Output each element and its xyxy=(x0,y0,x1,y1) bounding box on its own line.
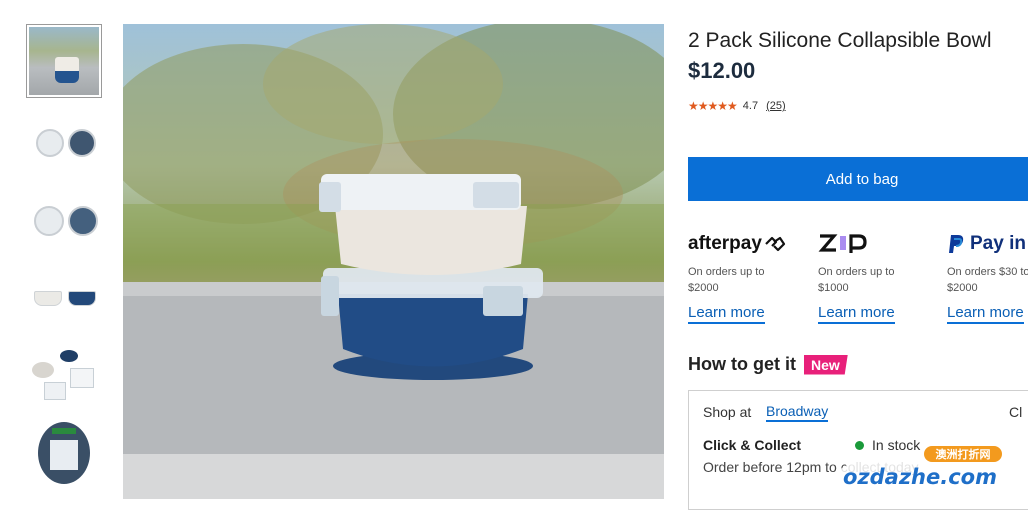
thumbnail-4[interactable] xyxy=(26,260,102,334)
zip-option: On orders up to $1000 Learn more xyxy=(818,230,938,324)
watermark-text: ozdazhe.com xyxy=(843,465,997,489)
click-collect-title: Click & Collect xyxy=(703,437,802,453)
product-title: 2 Pack Silicone Collapsible Bowl xyxy=(688,29,992,52)
zip-desc-line2: $1000 xyxy=(818,282,849,294)
afterpay-logo-text: afterpay xyxy=(688,233,762,254)
afterpay-option: afterpay On orders up to $2000 Learn mor… xyxy=(688,230,808,324)
star-rating-icon: ★★★★★ xyxy=(688,99,738,113)
shop-at-label: Shop at xyxy=(703,404,752,420)
change-store-link[interactable]: Cl xyxy=(1009,404,1022,420)
paypal-logo-text: Pay in 4 xyxy=(970,233,1028,254)
product-photo xyxy=(123,24,664,499)
add-to-bag-button[interactable]: Add to bag xyxy=(688,157,1028,201)
thumbnail-5[interactable] xyxy=(26,338,102,412)
how-to-get-it-heading: How to get it New xyxy=(688,354,848,375)
paypal-desc-line1: On orders $30 to xyxy=(947,266,1028,278)
zip-logo xyxy=(818,230,938,258)
new-badge: New xyxy=(803,354,848,375)
watermark-tag: 澳洲打折网 xyxy=(936,447,991,461)
afterpay-desc-line1: On orders up to xyxy=(688,266,765,278)
thumbnail-1[interactable] xyxy=(26,24,102,98)
rating-value: 4.7 xyxy=(742,100,759,112)
zip-logo-icon xyxy=(818,234,867,253)
paypal-icon xyxy=(949,235,964,253)
zip-desc-line1: On orders up to xyxy=(818,266,895,278)
paypal-logo: Pay in 4 xyxy=(947,230,1028,258)
zip-desc: On orders up to $1000 xyxy=(818,264,938,296)
afterpay-desc-line2: $2000 xyxy=(688,282,719,294)
thumbnail-2[interactable] xyxy=(26,104,102,178)
watermark-logo: 澳洲打折网 ozdazhe.com xyxy=(838,446,1006,494)
paypal-desc-line2: $2000 xyxy=(947,282,978,294)
afterpay-learn-more-link[interactable]: Learn more xyxy=(688,304,765,324)
product-rating: ★★★★★ 4.7 (25) xyxy=(688,99,786,113)
thumbnail-3[interactable] xyxy=(26,182,102,256)
thumbnail-6[interactable] xyxy=(26,416,102,490)
review-count-link[interactable]: (25) xyxy=(766,100,786,112)
afterpay-desc: On orders up to $2000 xyxy=(688,264,808,296)
store-link[interactable]: Broadway xyxy=(766,403,829,422)
main-product-image[interactable] xyxy=(123,24,664,499)
paypal-option: Pay in 4 On orders $30 to $2000 Learn mo… xyxy=(947,230,1028,324)
paypal-desc: On orders $30 to $2000 xyxy=(947,264,1028,296)
paypal-learn-more-link[interactable]: Learn more xyxy=(947,304,1024,324)
how-to-get-it-title: How to get it xyxy=(688,354,796,374)
product-price: $12.00 xyxy=(688,58,756,83)
afterpay-arrows-icon xyxy=(765,236,786,252)
afterpay-logo: afterpay xyxy=(688,230,808,258)
zip-learn-more-link[interactable]: Learn more xyxy=(818,304,895,324)
